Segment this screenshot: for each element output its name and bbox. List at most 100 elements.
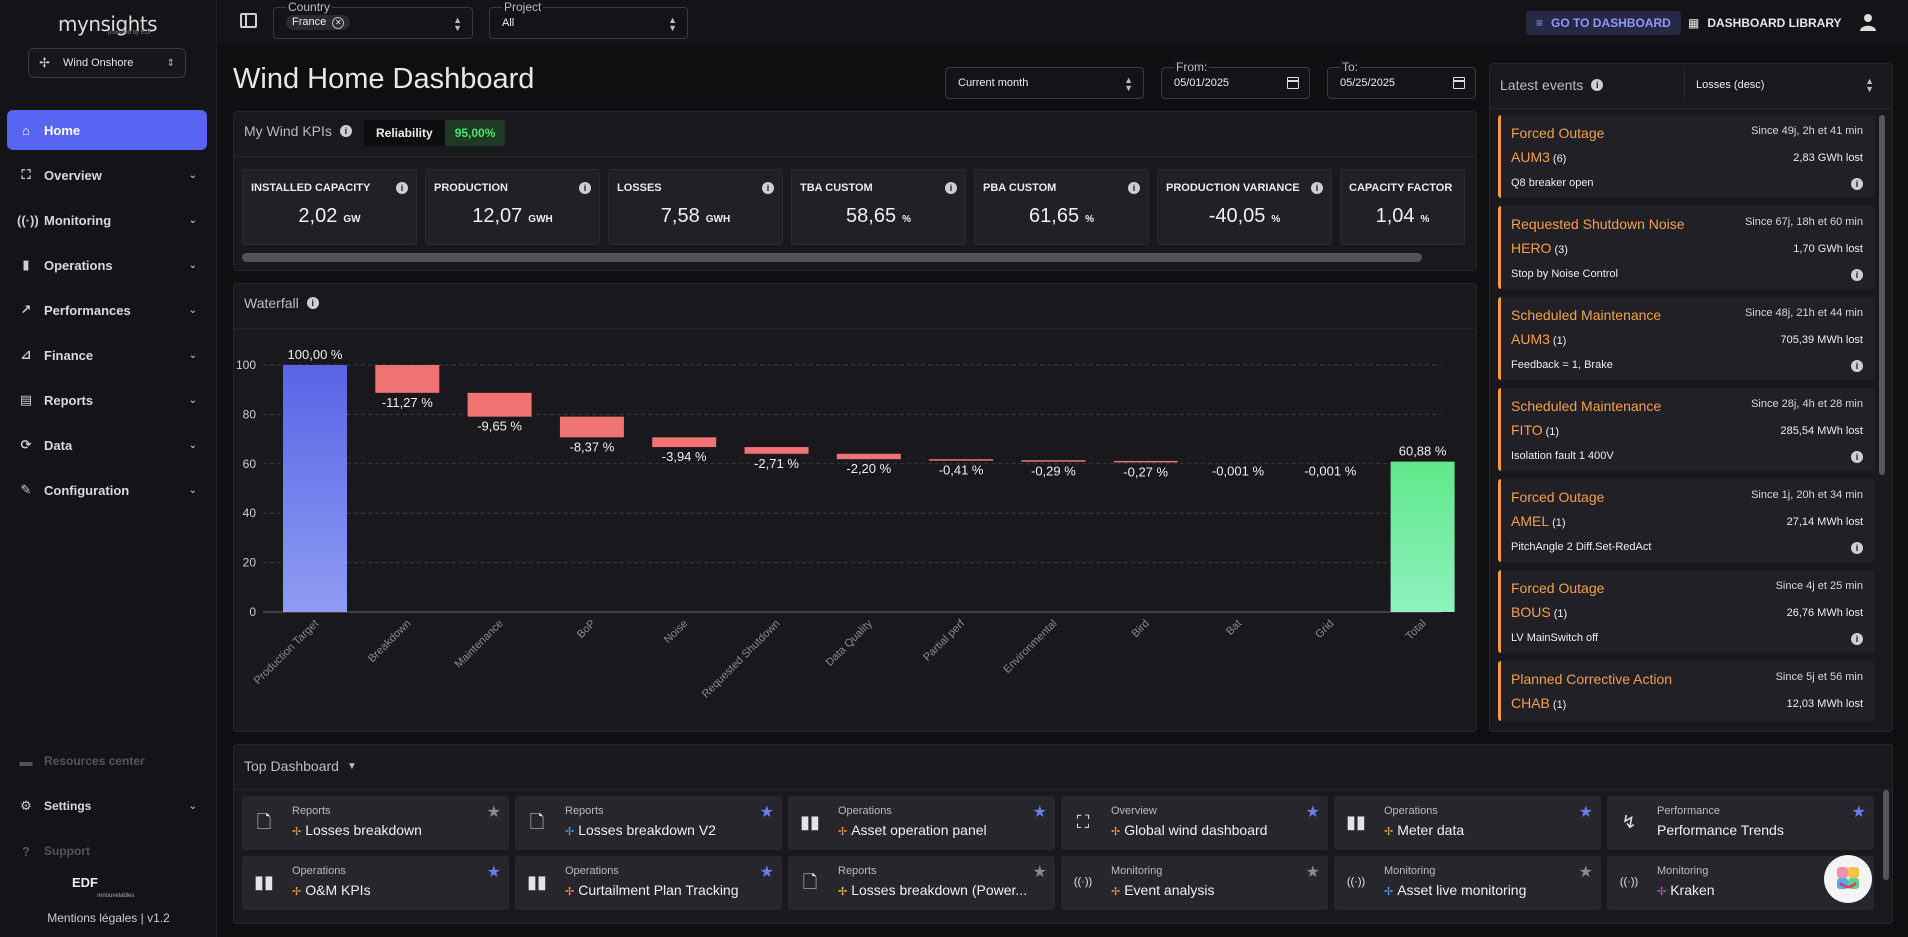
kpi-card[interactable]: PRODUCTION i 12,07 GWH bbox=[425, 169, 600, 245]
to-date-input[interactable]: To: 05/25/2025 bbox=[1327, 60, 1476, 99]
calendar-icon[interactable] bbox=[1287, 77, 1299, 89]
dashboard-shortcut-card[interactable]: ((·)) Monitoring ✢ Event analysis ★ bbox=[1061, 856, 1328, 910]
dashboard-shortcut-card[interactable]: ⛶ Overview ✢ Global wind dashboard ★ bbox=[1061, 796, 1328, 850]
project-filter[interactable]: Project All ▲ ▼ bbox=[489, 0, 688, 39]
waterfall-bar[interactable] bbox=[283, 365, 347, 612]
dashboard-shortcut-card[interactable]: ▮▮ Operations ✢ Curtailment Plan Tracking ★ bbox=[515, 856, 782, 910]
event-card[interactable]: Forced Outage Since 49j, 2h et 41 min AUM3… bbox=[1498, 115, 1875, 198]
info-icon[interactable]: i bbox=[1851, 451, 1863, 463]
event-card[interactable]: Forced Outage Since 4j et 25 min BOUS (1) 26… bbox=[1498, 570, 1875, 653]
sidebar-item-resources-center[interactable]: ▬ Resources center bbox=[7, 744, 207, 778]
calendar-icon[interactable] bbox=[1453, 77, 1465, 89]
event-card[interactable]: Scheduled Maintenance Since 28j, 4h et 28… bbox=[1498, 388, 1875, 471]
waterfall-bar[interactable] bbox=[559, 416, 624, 438]
star-icon[interactable]: ★ bbox=[1306, 802, 1320, 822]
dashboard-category: Reports bbox=[838, 865, 877, 877]
dashboard-name-text: Curtailment Plan Tracking bbox=[578, 882, 739, 898]
sidebar-item-configuration[interactable]: ✎ Configuration ⌄ bbox=[7, 470, 207, 510]
star-icon[interactable]: ★ bbox=[1033, 802, 1047, 822]
info-icon[interactable]: i bbox=[1128, 182, 1140, 194]
waterfall-bar[interactable] bbox=[375, 365, 440, 393]
legal-mentions-link[interactable]: Mentions légales | v1.2 bbox=[0, 911, 217, 925]
dashboard-shortcut-card[interactable]: ▮▮ Operations ✢ O&M KPIs ★ bbox=[242, 856, 509, 910]
info-icon[interactable]: i bbox=[579, 182, 591, 194]
event-card[interactable]: Requested Shutdown Noise Since 67j, 18h e… bbox=[1498, 206, 1875, 289]
sidebar-item-reports[interactable]: ▤ Reports ⌄ bbox=[7, 380, 207, 420]
sidebar-item-home[interactable]: ⌂ Home bbox=[7, 110, 207, 150]
info-icon[interactable]: i bbox=[1851, 269, 1863, 281]
events-vertical-scrollbar[interactable] bbox=[1879, 115, 1885, 475]
star-icon[interactable]: ★ bbox=[487, 802, 501, 822]
country-filter[interactable]: Country France ✕ ▲ ▼ bbox=[273, 0, 473, 39]
sidebar-item-support[interactable]: ? Support bbox=[7, 834, 207, 868]
star-icon[interactable]: ★ bbox=[760, 862, 774, 882]
info-icon[interactable]: i bbox=[1851, 178, 1863, 190]
event-card[interactable]: Scheduled Maintenance Since 48j, 21h et 4… bbox=[1498, 297, 1875, 380]
dashboard-shortcut-card[interactable]: ▮▮ Operations ✢ Meter data ★ bbox=[1334, 796, 1601, 850]
dashboard-shortcut-card[interactable]: 🗋 Reports ✢ Losses breakdown (Power... ★ bbox=[788, 856, 1055, 910]
x-tick-label: BoP bbox=[575, 618, 598, 641]
sidebar-item-operations[interactable]: ▮ Operations ⌄ bbox=[7, 245, 207, 285]
sidebar-item-data[interactable]: ⟳ Data ⌄ bbox=[7, 425, 207, 465]
info-icon[interactable]: i bbox=[762, 182, 774, 194]
info-icon[interactable]: i bbox=[1311, 182, 1323, 194]
info-icon[interactable]: i bbox=[1851, 633, 1863, 645]
dashboard-shortcut-card[interactable]: 🗋 Reports ✢ Losses breakdown ★ bbox=[242, 796, 509, 850]
info-icon[interactable]: i bbox=[945, 182, 957, 194]
waterfall-bar[interactable] bbox=[1021, 460, 1086, 462]
sidebar-item-label: Resources center bbox=[44, 754, 145, 768]
sidebar-item-settings[interactable]: ⚙ Settings ⌄ bbox=[7, 789, 207, 823]
close-icon[interactable]: ✕ bbox=[332, 17, 345, 29]
events-sort-select[interactable]: Losses (desc) ▲ ▼ bbox=[1690, 70, 1880, 100]
waterfall-bar[interactable] bbox=[467, 392, 532, 417]
sidebar-item-performances[interactable]: ↗ Performances ⌄ bbox=[7, 290, 207, 330]
info-icon[interactable]: i bbox=[339, 125, 352, 137]
waterfall-bar[interactable] bbox=[1113, 460, 1178, 463]
period-select[interactable]: Current month ▲ ▼ bbox=[945, 67, 1144, 99]
user-icon[interactable] bbox=[1858, 12, 1878, 32]
waterfall-bar[interactable] bbox=[1390, 461, 1455, 612]
kpi-card[interactable]: CAPACITY FACTOR 1,04% bbox=[1340, 169, 1465, 245]
waterfall-bar[interactable] bbox=[836, 453, 901, 460]
dashboard-shortcut-card[interactable]: 🗋 Reports ✢ Losses breakdown V2 ★ bbox=[515, 796, 782, 850]
site-selector[interactable]: ✢ Wind Onshore ⇕ bbox=[28, 48, 186, 78]
kpi-card[interactable]: PBA CUSTOM i 61,65% bbox=[974, 169, 1149, 245]
kpi-value: 1,04% bbox=[1341, 205, 1464, 228]
dashboard-shortcut-card[interactable]: ↯ Performance Performance Trends ★ bbox=[1607, 796, 1874, 850]
info-icon[interactable]: i bbox=[396, 182, 408, 194]
info-icon[interactable]: i bbox=[1851, 360, 1863, 372]
dashboard-library-button[interactable]: ▦ DASHBOARD LIBRARY bbox=[1688, 11, 1842, 35]
star-icon[interactable]: ★ bbox=[760, 802, 774, 822]
waterfall-bar[interactable] bbox=[652, 437, 717, 448]
star-icon[interactable]: ★ bbox=[1579, 802, 1593, 822]
sidebar-item-monitoring[interactable]: ((·)) Monitoring ⌄ bbox=[7, 200, 207, 240]
sidebar-item-finance[interactable]: ⊿ Finance ⌄ bbox=[7, 335, 207, 375]
dashboard-shortcut-card[interactable]: ▮▮ Operations ✢ Asset operation panel ★ bbox=[788, 796, 1055, 850]
sidebar-toggle-icon[interactable] bbox=[240, 13, 257, 28]
event-card[interactable]: Planned Corrective Action Since 5j et 56 … bbox=[1498, 661, 1875, 721]
kpi-horizontal-scrollbar[interactable] bbox=[242, 253, 1422, 262]
y-tick-label: 80 bbox=[243, 407, 257, 421]
sidebar-item-overview[interactable]: ⛶ Overview ⌄ bbox=[7, 155, 207, 195]
star-icon[interactable]: ★ bbox=[1579, 862, 1593, 882]
event-card[interactable]: Forced Outage Since 1j, 20h et 34 min AMEL… bbox=[1498, 479, 1875, 562]
go-to-dashboard-button[interactable]: ≡ GO TO DASHBOARD bbox=[1526, 11, 1681, 35]
top-dashboard-title[interactable]: Top Dashboard ▼ bbox=[244, 758, 357, 774]
info-icon[interactable]: i bbox=[1591, 79, 1604, 91]
star-icon[interactable]: ★ bbox=[1033, 862, 1047, 882]
kpi-card[interactable]: INSTALLED CAPACITY i 2,02 GW bbox=[242, 169, 417, 245]
star-icon[interactable]: ★ bbox=[487, 862, 501, 882]
x-tick-label: Maintenance bbox=[453, 618, 506, 671]
waterfall-bar[interactable] bbox=[929, 459, 994, 461]
chat-assistant-button[interactable] bbox=[1824, 855, 1872, 903]
star-icon[interactable]: ★ bbox=[1852, 802, 1866, 822]
from-date-input[interactable]: From: 05/01/2025 bbox=[1161, 60, 1310, 99]
waterfall-bar[interactable] bbox=[744, 447, 809, 454]
kpi-card[interactable]: PRODUCTION VARIANCE i -40,05% bbox=[1157, 169, 1332, 245]
star-icon[interactable]: ★ bbox=[1306, 862, 1320, 882]
info-icon[interactable]: i bbox=[1851, 542, 1863, 554]
dashboard-shortcut-card[interactable]: ((·)) Monitoring ✢ Asset live monitoring ★ bbox=[1334, 856, 1601, 910]
kpi-card[interactable]: LOSSES i 7,58 GWH bbox=[608, 169, 783, 245]
kpi-card[interactable]: TBA CUSTOM i 58,65% bbox=[791, 169, 966, 245]
top-dashboard-vertical-scrollbar[interactable] bbox=[1883, 790, 1889, 880]
